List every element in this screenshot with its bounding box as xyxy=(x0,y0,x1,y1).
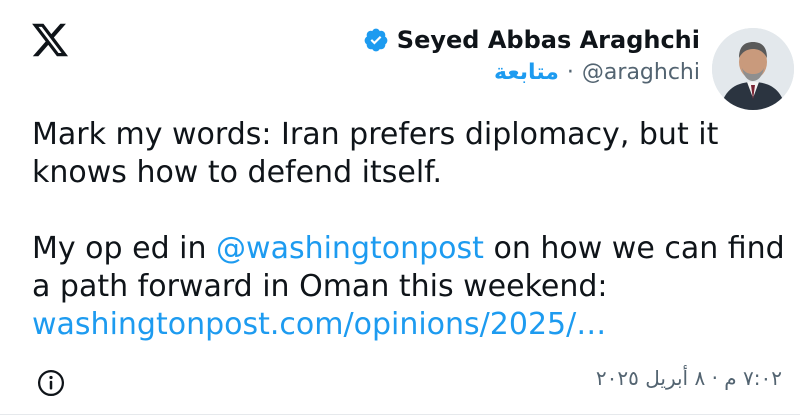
tweet-card: Seyed Abbas Araghchi متابعة · @araghchi … xyxy=(0,0,800,415)
author-identity: Seyed Abbas Araghchi متابعة · @araghchi xyxy=(363,16,700,85)
article-link[interactable]: washingtonpost.com/opinions/2025/… xyxy=(32,307,606,342)
author-header: Seyed Abbas Araghchi متابعة · @araghchi xyxy=(363,16,800,110)
timestamp[interactable]: ٧:٠٢ م · ٨ أبريل ٢٠٢٥ xyxy=(596,366,782,390)
verified-badge-icon xyxy=(364,28,388,52)
tweet-paragraph-1: Mark my words: Iran prefers diplomacy, b… xyxy=(32,117,719,190)
tweet-paragraph-2: My op ed in @washingtonpost on how we ca… xyxy=(32,230,792,344)
name-row: Seyed Abbas Araghchi xyxy=(363,26,700,54)
tweet-text-segment: My op ed in xyxy=(32,231,217,266)
mention-link[interactable]: @washingtonpost xyxy=(216,231,484,266)
info-icon[interactable] xyxy=(36,368,66,398)
avatar-photo xyxy=(712,28,794,110)
avatar[interactable] xyxy=(712,28,794,110)
separator-dot: · xyxy=(566,60,574,85)
x-logo-icon[interactable] xyxy=(30,20,70,60)
display-name[interactable]: Seyed Abbas Araghchi xyxy=(397,26,700,54)
handle-row: متابعة · @araghchi xyxy=(494,60,700,85)
user-handle[interactable]: @araghchi xyxy=(582,60,700,85)
tweet-body: Mark my words: Iran prefers diplomacy, b… xyxy=(32,116,792,344)
follow-button[interactable]: متابعة xyxy=(494,60,559,85)
